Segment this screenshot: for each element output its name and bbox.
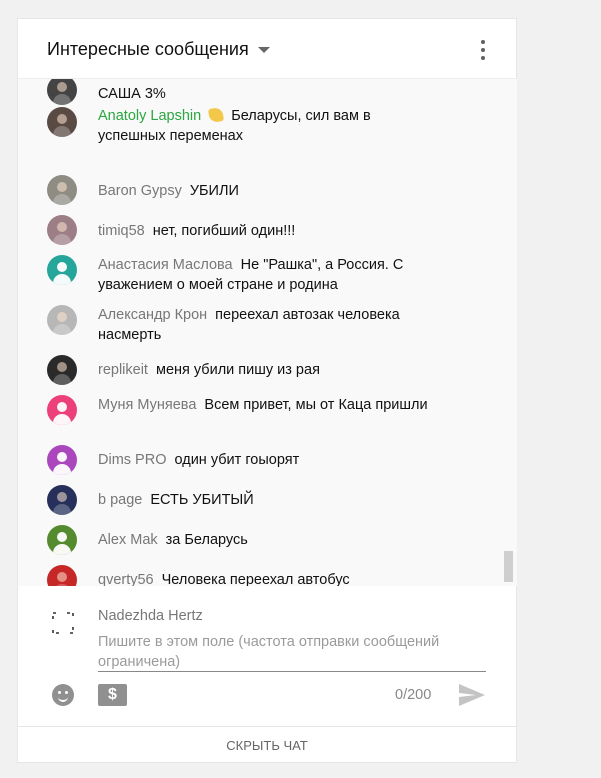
message-text: УБИЛИ [189,183,239,199]
avatar[interactable] [47,215,77,245]
message-author[interactable]: Муня Муняева [98,397,196,413]
message-author[interactable]: Alex Mak [98,532,158,548]
avatar[interactable] [47,107,77,137]
message-text: нет, погибший один!!! [152,223,296,239]
message-author[interactable]: Анастасия Маслова [98,257,233,273]
avatar[interactable] [47,255,77,285]
scrollbar-thumb[interactable] [504,551,513,582]
char-counter: 0/200 [395,687,432,703]
message-author[interactable]: Dims PRO [98,452,166,468]
chat-mode-label: Интересные сообщения [47,39,249,59]
hide-chat-button[interactable]: СКРЫТЬ ЧАТ [18,726,516,764]
message-author[interactable]: Александр Крон [98,307,207,323]
message-author[interactable]: qverty56 [98,572,154,586]
more-vert-icon[interactable] [475,38,491,62]
avatar[interactable] [47,445,77,475]
message-text: Всем привет, мы от Каца пришли [204,397,428,413]
message-text: один убит гоыорят [174,452,300,468]
message-text: ЕСТЬ УБИТЫЙ [150,492,254,508]
composer-username: Nadezhda Hertz [98,608,203,624]
chat-input[interactable]: Пишите в этом поле (частота отправки соо… [98,632,486,672]
avatar[interactable] [47,485,77,515]
chat-scrollbar[interactable] [502,79,517,586]
super-chat-icon[interactable]: $ [98,684,127,706]
chat-message-list[interactable]: САША 3% Anatoly Lapshin Беларусы, сил вам… [18,79,502,586]
avatar[interactable] [47,395,77,425]
avatar[interactable] [47,565,77,586]
live-chat-panel: Интересные сообщения САША 3% Anatoly Lap… [17,18,517,763]
emoji-icon[interactable] [52,684,74,706]
chevron-down-icon [257,47,270,54]
avatar[interactable] [47,355,77,385]
avatar[interactable] [47,305,77,335]
message-composer: Nadezhda Hertz Пишите в этом поле (часто… [18,586,516,726]
send-icon[interactable] [458,683,486,707]
chat-mode-dropdown[interactable]: Интересные сообщения [47,39,270,60]
message-text: за Беларусь [165,532,248,548]
message-text: САША 3% [98,86,166,102]
message-author[interactable]: replikeit [98,362,148,378]
message-author[interactable]: b page [98,492,142,508]
avatar[interactable] [47,79,77,105]
avatar[interactable] [47,175,77,205]
sponsor-badge-icon [208,106,225,124]
message-text: Человека переехал автобус [161,572,350,586]
message-author[interactable]: timiq58 [98,223,145,239]
message-author[interactable]: Anatoly Lapshin [98,108,201,124]
chat-header: Интересные сообщения [18,19,516,79]
avatar[interactable] [47,525,77,555]
user-avatar-icon [52,612,74,634]
message-author[interactable]: Baron Gypsy [98,183,182,199]
message-text: меня убили пишу из рая [155,362,320,378]
